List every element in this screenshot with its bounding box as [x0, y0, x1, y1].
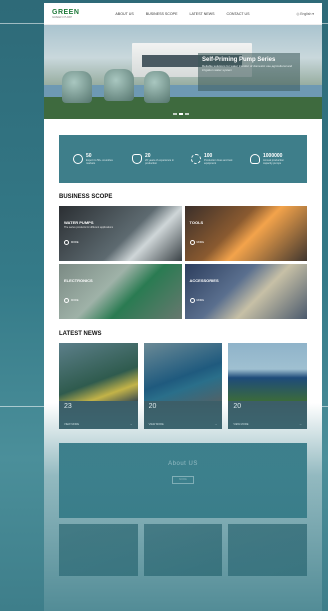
bottom-cards [59, 524, 307, 576]
tile-more-label: MORE [196, 299, 205, 302]
news-image [59, 343, 138, 401]
arrow-right-icon[interactable]: → [130, 422, 133, 426]
slider-dots [173, 113, 189, 115]
news-card[interactable]: 20 VIEW MORE → [143, 343, 223, 429]
slider-dot[interactable] [173, 113, 177, 115]
tile-more-link[interactable]: MORE [64, 298, 79, 303]
main-nav: ABOUT US BUSINESS SCOPE LATEST NEWS CONT… [115, 12, 249, 16]
tile-more-label: MORE [196, 241, 205, 244]
tile-label: ACCESSORIES [189, 278, 219, 283]
tile-label: WATER PUMPS [64, 220, 94, 225]
hero-title: Self-Priming Pump Series [202, 57, 276, 63]
tile-accessories[interactable]: ACCESSORIES MORE [184, 264, 307, 319]
news-card[interactable]: 23 VIEW MORE → [59, 343, 138, 429]
news-date: 20 [148, 403, 157, 410]
slider-dot[interactable] [185, 113, 189, 115]
tile-more-label: MORE [71, 299, 79, 302]
tile-more-link[interactable]: MORE [189, 240, 205, 245]
latest-news-heading: LATEST NEWS [59, 331, 102, 337]
pump-image [62, 71, 92, 103]
gears-icon [191, 154, 201, 164]
tile-label: TOOLS [189, 220, 204, 225]
news-image [143, 343, 223, 401]
nav-business-scope[interactable]: BUSINESS SCOPE [146, 12, 178, 16]
tile-water-pumps[interactable]: WATER PUMPS The series products for diff… [59, 206, 182, 261]
about-section: About US MORE [59, 443, 307, 518]
nav-contact[interactable]: CONTACT US [227, 12, 250, 16]
site-logo[interactable]: GREEN GREEN PUMP [52, 9, 79, 19]
pump-image [144, 71, 170, 103]
stat-item: 20 20 years of experience in production [132, 153, 175, 165]
about-more-button[interactable]: MORE [172, 475, 194, 484]
news-view-more[interactable]: VIEW MORE [149, 423, 164, 426]
web-page: GREEN GREEN PUMP ABOUT US BUSINESS SCOPE… [44, 3, 322, 611]
tile-sub: The series products for different applic… [64, 226, 114, 229]
arrow-right-icon[interactable]: → [214, 422, 217, 426]
news-date: 23 [64, 403, 72, 410]
hero-subtitle: Reliable solutions for water transfer of… [202, 64, 293, 72]
arrow-circle-icon [189, 298, 195, 303]
lightbulb-icon [250, 154, 260, 164]
hero-caption: Self-Priming Pump Series Reliable soluti… [198, 53, 300, 91]
arrow-circle-icon [64, 240, 69, 245]
stat-desc: Annual production capacity pumps [263, 158, 284, 165]
arrow-right-icon[interactable]: → [299, 422, 302, 426]
stats-bar: 50 Export to 50+ countries markets 20 20 y… [59, 135, 307, 183]
tile-more-label: MORE [71, 241, 79, 244]
stat-desc: Production lines and test equipment [204, 158, 233, 165]
bottom-card-image[interactable] [228, 524, 307, 576]
news-list: 23 VIEW MORE → 20 VIEW MORE → 20 VIEW MO… [59, 343, 307, 429]
slider-dot[interactable] [179, 113, 183, 115]
stat-desc: 20 years of experience in production [145, 158, 174, 165]
tile-more-link[interactable]: MORE [189, 298, 205, 303]
pump-image [104, 69, 134, 101]
news-image [228, 343, 307, 401]
stat-item: 50 Export to 50+ countries markets [73, 153, 116, 165]
news-view-more[interactable]: VIEW MORE [64, 423, 79, 426]
nav-latest-news[interactable]: LATEST NEWS [189, 12, 214, 16]
logo-tagline: GREEN PUMP [52, 14, 73, 19]
business-scope-grid: WATER PUMPS The series products for diff… [59, 206, 307, 319]
arrow-circle-icon [189, 240, 195, 245]
site-header: GREEN GREEN PUMP ABOUT US BUSINESS SCOPE… [44, 3, 322, 25]
business-scope-heading: BUSINESS SCOPE [59, 194, 113, 200]
tile-label: ELECTRONICS [64, 278, 93, 283]
bottom-card-image[interactable] [59, 524, 138, 576]
nav-about[interactable]: ABOUT US [115, 12, 133, 16]
hero-banner: Self-Priming Pump Series Reliable soluti… [44, 25, 322, 119]
language-selector[interactable]: ◎ English ▾ [296, 12, 314, 16]
arrow-circle-icon [64, 298, 69, 303]
stat-item: 100 Production lines and test equipment [191, 153, 234, 165]
about-heading: About US [168, 461, 198, 467]
tile-electronics[interactable]: ELECTRONICS MORE [59, 264, 182, 319]
news-view-more[interactable]: VIEW MORE [233, 423, 248, 426]
bottom-card-image[interactable] [143, 524, 223, 576]
tile-more-link[interactable]: MORE [64, 240, 79, 245]
globe-icon [73, 154, 83, 164]
news-date: 20 [233, 403, 242, 410]
shield-check-icon [132, 154, 142, 164]
stat-item: 1000000 Annual production capacity pumps [250, 153, 293, 165]
tile-tools[interactable]: TOOLS MORE [184, 206, 307, 261]
news-card[interactable]: 20 VIEW MORE → [228, 343, 307, 429]
stat-desc: Export to 50+ countries markets [86, 158, 113, 165]
language-label: English [300, 11, 312, 16]
